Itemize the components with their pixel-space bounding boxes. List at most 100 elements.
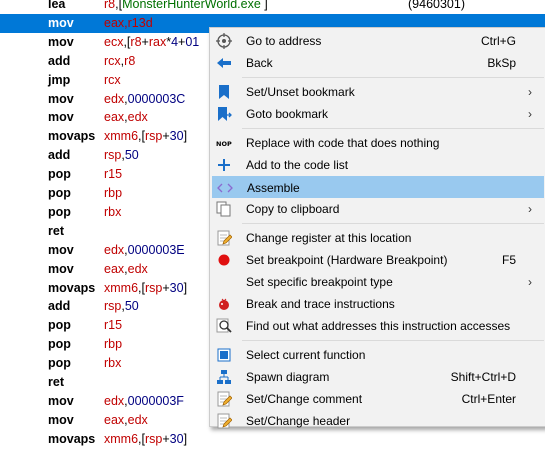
menu-item-find-out-what-addresses-this-instruction-accesses[interactable]: Find out what addresses this instruction…: [212, 315, 544, 337]
operands: rcx,r8: [104, 52, 135, 71]
operand-token: eax,r13d: [104, 15, 153, 30]
menu-separator: [242, 77, 544, 78]
operands: xmm6,[rsp+30]: [104, 430, 187, 449]
mnemonic: pop: [48, 318, 71, 333]
operands: eax,r13d: [104, 14, 153, 33]
operand-token: rbp: [104, 186, 123, 200]
menu-item-label: Replace with code that does nothing: [246, 136, 440, 150]
menu-item-break-and-trace-instructions[interactable]: Break and trace instructions: [212, 293, 544, 315]
operands: rbx: [104, 354, 121, 373]
menu-item-add-to-the-code-list[interactable]: Add to the code list: [212, 154, 544, 176]
operands: eax,edx: [104, 411, 148, 430]
break-trace-icon: [216, 296, 232, 312]
operand-token: 30: [169, 431, 184, 446]
diagram-icon: [216, 369, 232, 385]
operand-token: ,[: [138, 280, 145, 295]
mnemonic: pop: [48, 186, 71, 200]
operand-token: edx: [127, 412, 148, 427]
menu-item-goto-bookmark[interactable]: Goto bookmark ›: [212, 103, 544, 125]
operands: rsp,50: [104, 297, 139, 316]
operand-token: rbx: [104, 204, 122, 219]
operand-token: rcx: [104, 72, 121, 87]
menu-item-set-specific-breakpoint-type[interactable]: Set specific breakpoint type ›: [212, 271, 544, 293]
mnemonic: pop: [48, 356, 71, 371]
mnemonic: lea: [48, 0, 66, 11]
instruction-comment: (9460301): [408, 0, 465, 11]
menu-separator: [242, 128, 544, 129]
operand-token: 01: [185, 34, 200, 49]
mnemonic: add: [48, 299, 71, 314]
mnemonic: mov: [48, 91, 74, 106]
mnemonic: movaps: [48, 280, 96, 295]
operand-token: MonsterHunterWorld.exe: [122, 0, 261, 11]
menu-item-back[interactable]: Back BkSp: [212, 52, 544, 74]
comment-icon: [216, 391, 233, 407]
mnemonic: add: [48, 148, 71, 163]
operand-token: ]: [183, 280, 188, 295]
target-icon: [216, 33, 232, 49]
operand-token: eax: [104, 261, 125, 276]
submenu-arrow-icon: ›: [528, 202, 532, 216]
operand-token: eax: [104, 412, 125, 427]
submenu-arrow-icon: ›: [528, 85, 532, 99]
menu-item-label: Assemble: [247, 181, 300, 195]
operand-token: rbp: [104, 337, 123, 352]
menu-item-select-current-function[interactable]: Select current function: [212, 344, 544, 366]
operand-token: +: [141, 34, 149, 49]
operand-token: 0000003E: [127, 242, 185, 257]
operand-token: 0000003C: [127, 91, 186, 106]
menu-item-go-to-address[interactable]: Go to address Ctrl+G: [212, 30, 544, 52]
menu-item-label: Go to address: [246, 34, 322, 48]
operand-token: r8: [130, 34, 142, 49]
mnemonic: mov: [48, 261, 74, 276]
menu-item-copy-to-clipboard[interactable]: Copy to clipboard ›: [212, 198, 544, 220]
menu-item-label: Set specific breakpoint type: [246, 275, 393, 289]
submenu-arrow-icon: ›: [528, 275, 532, 289]
menu-item-label: Copy to clipboard: [246, 202, 340, 216]
operand-token: rsp: [104, 148, 122, 163]
operand-token: xmm6: [104, 129, 139, 144]
operand-token: edx: [127, 110, 148, 125]
operands: eax,edx: [104, 260, 148, 279]
operand-token: r8: [104, 0, 116, 11]
operand-token: ]: [183, 129, 188, 144]
menu-item-label: Break and trace instructions: [246, 297, 395, 311]
operand-token: rsp: [144, 280, 163, 295]
menu-item-replace-with-code-that-does-nothing[interactable]: NOP Replace with code that does nothing: [212, 132, 544, 154]
operand-token: +: [162, 431, 170, 446]
operand-token: 50: [124, 299, 139, 314]
operand-token: rax: [148, 34, 167, 49]
mnemonic: mov: [48, 110, 74, 125]
submenu-arrow-icon: ›: [528, 107, 532, 121]
instruction-row[interactable]: lea r8,[MonsterHunterWorld.exe ] (9460301): [0, 0, 545, 14]
menu-item-set-unset-bookmark[interactable]: Set/Unset bookmark ›: [212, 81, 544, 103]
menu-item-label: Select current function: [246, 348, 366, 362]
instruction-row[interactable]: movaps xmm6,[rsp+30]: [0, 430, 545, 449]
operands: edx,0000003E: [104, 241, 185, 260]
mnemonic: mov: [48, 15, 74, 30]
menu-item-set-breakpoint-hardware-breakpoint[interactable]: Set breakpoint (Hardware Breakpoint) F5: [212, 249, 544, 271]
find-icon: [216, 318, 232, 334]
operands: xmm6,[rsp+30]: [104, 279, 187, 298]
mnemonic: add: [48, 53, 71, 68]
breakpoint-icon: [216, 252, 232, 268]
menu-item-label: Set breakpoint (Hardware Breakpoint): [246, 253, 448, 267]
nop-icon: NOP: [216, 135, 232, 151]
menu-item-set-change-comment[interactable]: Set/Change comment Ctrl+Enter: [212, 388, 544, 410]
menu-item-label: Set/Change comment: [246, 392, 363, 406]
select-function-icon: [216, 347, 232, 363]
edit-register-icon: [216, 230, 233, 246]
mnemonic: pop: [48, 204, 71, 219]
goto-bookmark-icon: [216, 106, 232, 122]
menu-item-assemble[interactable]: Assemble: [212, 176, 544, 198]
menu-item-label: Back: [246, 56, 273, 70]
menu-item-label: Set/Change header: [246, 414, 351, 428]
operands: rbp: [104, 335, 122, 354]
menu-item-set-change-header[interactable]: Set/Change header: [212, 410, 544, 432]
menu-item-change-register-at-this-location[interactable]: Change register at this location: [212, 227, 544, 249]
operands: edx,0000003C: [104, 90, 185, 109]
operand-token: edx: [127, 261, 148, 276]
menu-item-spawn-diagram[interactable]: Spawn diagram Shift+Ctrl+D: [212, 366, 544, 388]
operands: r15: [104, 316, 122, 335]
menu-item-shortcut: Shift+Ctrl+D: [450, 370, 516, 384]
